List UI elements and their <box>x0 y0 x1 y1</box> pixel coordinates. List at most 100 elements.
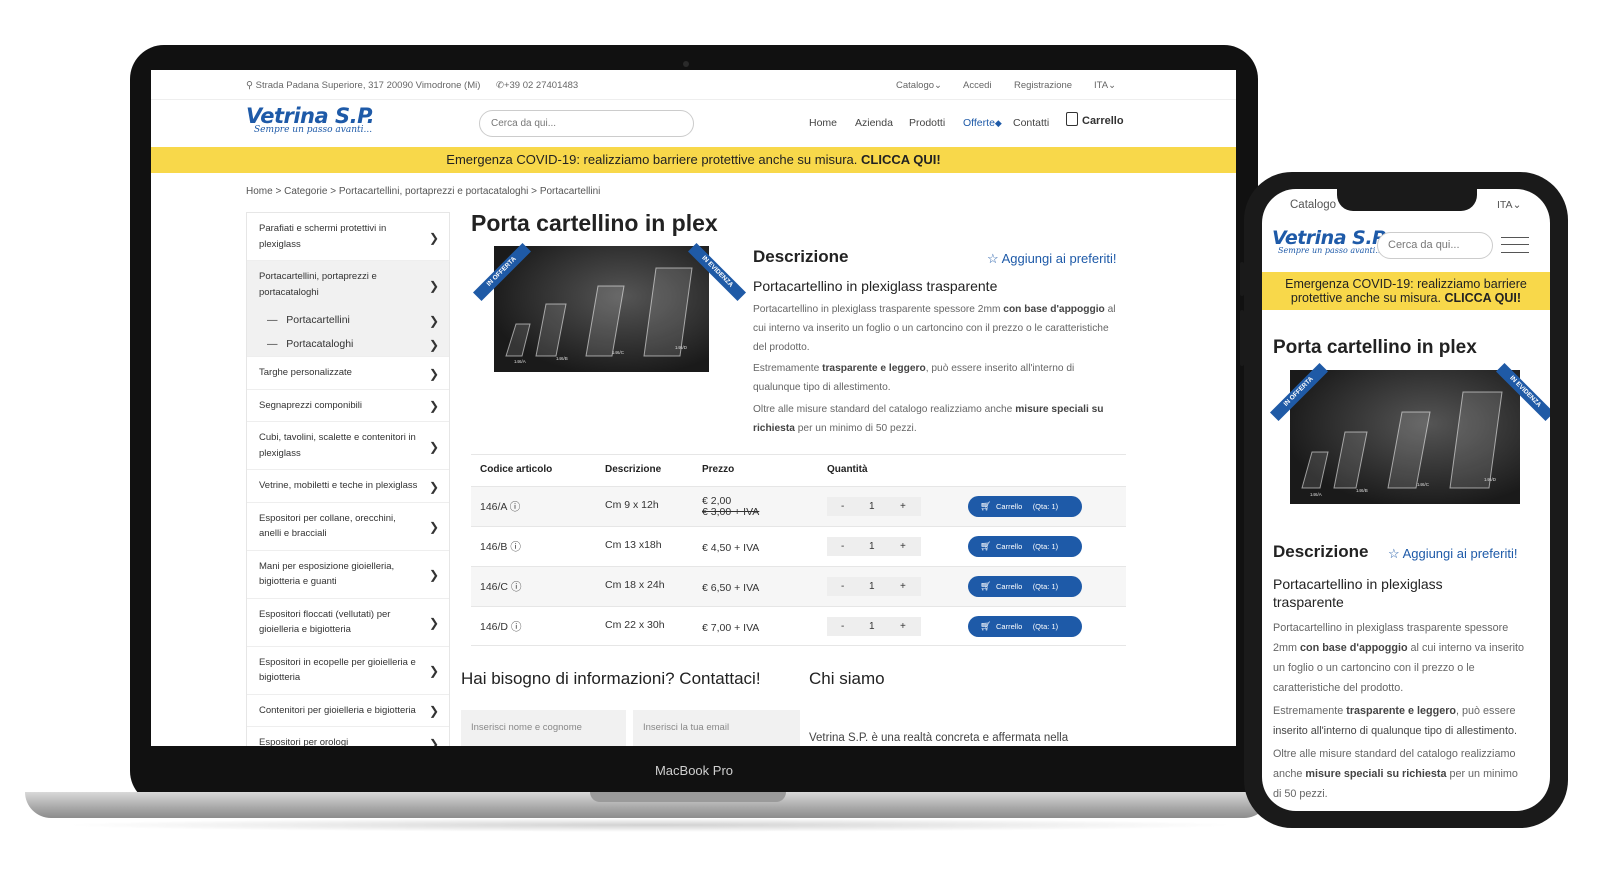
sidebar-item-vetrine[interactable]: Vetrine, mobiletti e teche in plexiglass… <box>247 470 449 503</box>
sidebar-item-orologi[interactable]: Espositori per orologi ❯ <box>247 727 449 746</box>
phone-icon: ✆ <box>496 80 504 91</box>
price-cell: € 2,00 € 3,00 + IVA <box>702 496 759 518</box>
laptop-shadow <box>60 818 1240 832</box>
text: , può essere <box>1456 705 1516 717</box>
bold-text: misure speciali su richiesta <box>1305 768 1447 780</box>
plus-button[interactable]: + <box>900 541 906 552</box>
mobile-search-input[interactable]: Cerca da qui... <box>1377 232 1493 259</box>
topbar-registrazione[interactable]: Registrazione <box>1014 80 1072 91</box>
sidebar-item-mani[interactable]: Mani per esposizione gioielleria, bigiot… <box>247 551 449 599</box>
sidebar-item-floccati[interactable]: Espositori floccati (vellutati) per gioi… <box>247 599 449 647</box>
description-subtitle: Portacartellino in plexiglass trasparent… <box>753 278 998 294</box>
code-cell: 146/B ⓘ <box>480 539 521 554</box>
bold-text: con base d'appoggio <box>1003 304 1105 315</box>
sidebar-item-label: Contenitori per gioielleria e bigiotteri… <box>259 704 416 716</box>
sidebar-item-parafiati[interactable]: Parafiati e schermi protettivi in plexig… <box>247 213 449 261</box>
info-icon[interactable]: ⓘ <box>511 621 522 633</box>
chevron-right-icon: ❯ <box>428 278 439 293</box>
sidebar-item-targhe[interactable]: Targhe personalizzate ❯ <box>247 357 449 390</box>
name-field[interactable]: Inserisci nome e cognome <box>461 710 626 746</box>
add-favorite-link[interactable]: ☆ Aggiungi ai preferiti! <box>987 251 1116 267</box>
plus-button[interactable]: + <box>900 581 906 592</box>
search-input[interactable]: Cerca da qui... <box>479 110 694 137</box>
mobile-logo[interactable]: Vetrina S.P. Sempre un passo avanti... <box>1272 227 1388 255</box>
mobile-catalogo[interactable]: Catalogo <box>1290 199 1336 211</box>
quantity-value[interactable]: 1 <box>869 501 875 512</box>
sidebar-subitem-portacataloghi[interactable]: — Portacataloghi ❯ <box>247 332 449 357</box>
quantity-value[interactable]: 1 <box>869 621 875 632</box>
btn-label: Carrello <box>996 542 1023 551</box>
minus-button[interactable]: - <box>841 541 844 552</box>
topbar-accedi[interactable]: Accedi <box>963 80 992 91</box>
code: 146/D <box>480 621 509 633</box>
header-prezzo: Prezzo <box>702 464 735 475</box>
chevron-right-icon: ❯ <box>428 314 439 328</box>
chevron-right-icon: ❯ <box>428 366 439 381</box>
minus-button[interactable]: - <box>841 581 844 592</box>
plus-button[interactable]: + <box>900 501 906 512</box>
sidebar-item-segnaprezzi[interactable]: Segnaprezzi componibili ❯ <box>247 390 449 422</box>
header-quantita: Quantità <box>827 464 868 475</box>
sidebar-item-contenitori[interactable]: Contenitori per gioielleria e bigiotteri… <box>247 695 449 727</box>
code-cell: 146/C ⓘ <box>480 579 521 594</box>
code: 146/B <box>480 541 508 553</box>
sidebar-item-label: Espositori per collane, orecchini, anell… <box>259 512 396 540</box>
text: Oltre alle misure standard del catalogo … <box>753 404 1016 415</box>
mobile-add-favorite-link[interactable]: ☆ Aggiungi ai preferiti! <box>1388 546 1517 562</box>
mobile-product-image[interactable]: 146/A 146/B 146/C 146/D <box>1290 370 1520 504</box>
info-icon[interactable]: ⓘ <box>511 581 522 593</box>
topbar-catalogo[interactable]: Catalogo⌄ <box>896 80 942 91</box>
covid-banner[interactable]: Emergenza COVID-19: realizziamo barriere… <box>151 147 1236 173</box>
add-to-cart-button[interactable]: 🛒︎ Carrello (Qta: 1) <box>968 576 1082 597</box>
chevron-right-icon: ❯ <box>428 230 439 245</box>
covid-cta[interactable]: CLICCA QUI! <box>1444 291 1521 305</box>
plus-button[interactable]: + <box>900 621 906 632</box>
btn-qty: (Qta: 1) <box>1032 622 1059 631</box>
desc-cell: Cm 13 x18h <box>605 539 662 551</box>
info-icon[interactable]: ⓘ <box>510 501 521 513</box>
add-to-cart-button[interactable]: 🛒︎ Carrello (Qta: 1) <box>968 496 1082 517</box>
device-label: MacBook Pro <box>654 763 734 778</box>
info-icon[interactable]: ⓘ <box>510 541 521 553</box>
table-row: 146/A ⓘ Cm 9 x 12h € 2,00 € 3,00 + IVA - 1… <box>471 486 1126 526</box>
hamburger-menu-icon[interactable] <box>1501 237 1529 253</box>
text: Portacartellino in plexiglass trasparent… <box>1273 622 1509 634</box>
bold-text: trasparente e leggero <box>1346 705 1457 717</box>
cart-link[interactable]: Carrello <box>1066 112 1124 127</box>
quantity-value[interactable]: 1 <box>869 541 875 552</box>
nav-home[interactable]: Home <box>809 117 837 129</box>
email-field[interactable]: Inserisci la tua email <box>633 710 800 746</box>
minus-button[interactable]: - <box>841 501 844 512</box>
logo[interactable]: Vetrina S.P. Sempre un passo avanti... <box>246 104 375 135</box>
phone-side-button <box>1240 310 1244 366</box>
sidebar-item-collane[interactable]: Espositori per collane, orecchini, anell… <box>247 503 449 551</box>
quantity-value[interactable]: 1 <box>869 581 875 592</box>
minus-button[interactable]: - <box>841 621 844 632</box>
sidebar-item-ecopelle[interactable]: Espositori in ecopelle per gioielleria e… <box>247 647 449 695</box>
sidebar-subitem-portacartellini[interactable]: — Portacartellini ❯ <box>247 308 449 332</box>
product-photo-drawing: 146/A 146/B 146/C 146/D <box>505 267 693 364</box>
covid-cta[interactable]: CLICCA QUI! <box>861 152 941 167</box>
add-to-cart-button[interactable]: 🛒︎ Carrello (Qta: 1) <box>968 536 1082 557</box>
phone[interactable]: ✆+39 02 27401483 <box>496 80 578 91</box>
phone-side-button <box>1240 262 1244 296</box>
catalogo-label: Catalogo <box>896 80 935 91</box>
image-label: 146/A <box>1310 492 1322 497</box>
add-to-cart-button[interactable]: 🛒︎ Carrello (Qta: 1) <box>968 616 1082 637</box>
mobile-language[interactable]: ITA⌄ <box>1497 199 1521 211</box>
topbar-language[interactable]: ITA⌄ <box>1094 80 1116 91</box>
mobile-covid-banner[interactable]: Emergenza COVID-19: realizziamo barriere… <box>1262 272 1550 310</box>
crumb-categorie[interactable]: Categorie <box>284 186 327 197</box>
nav-prodotti[interactable]: Prodotti <box>909 117 945 129</box>
price-cell: € 7,00 + IVA <box>702 622 760 634</box>
sidebar-item-cubi[interactable]: Cubi, tavolini, scalette e contenitori i… <box>247 422 449 470</box>
table-header: Codice articolo Descrizione Prezzo Quant… <box>471 454 1126 486</box>
sidebar-item-portacartellini-group[interactable]: Portacartellini, portaprezzi e portacata… <box>247 261 449 308</box>
lang-label: ITA <box>1497 199 1513 211</box>
nav-offerte[interactable]: Offerte◆ <box>963 117 1002 129</box>
nav-contatti[interactable]: Contatti <box>1013 117 1049 129</box>
crumb-portacartellini-portaprezzi[interactable]: Portacartellini, portaprezzi e portacata… <box>339 186 529 197</box>
product-image[interactable]: 146/A 146/B 146/C 146/D <box>494 246 709 372</box>
nav-azienda[interactable]: Azienda <box>855 117 893 129</box>
crumb-home[interactable]: Home <box>246 186 273 197</box>
